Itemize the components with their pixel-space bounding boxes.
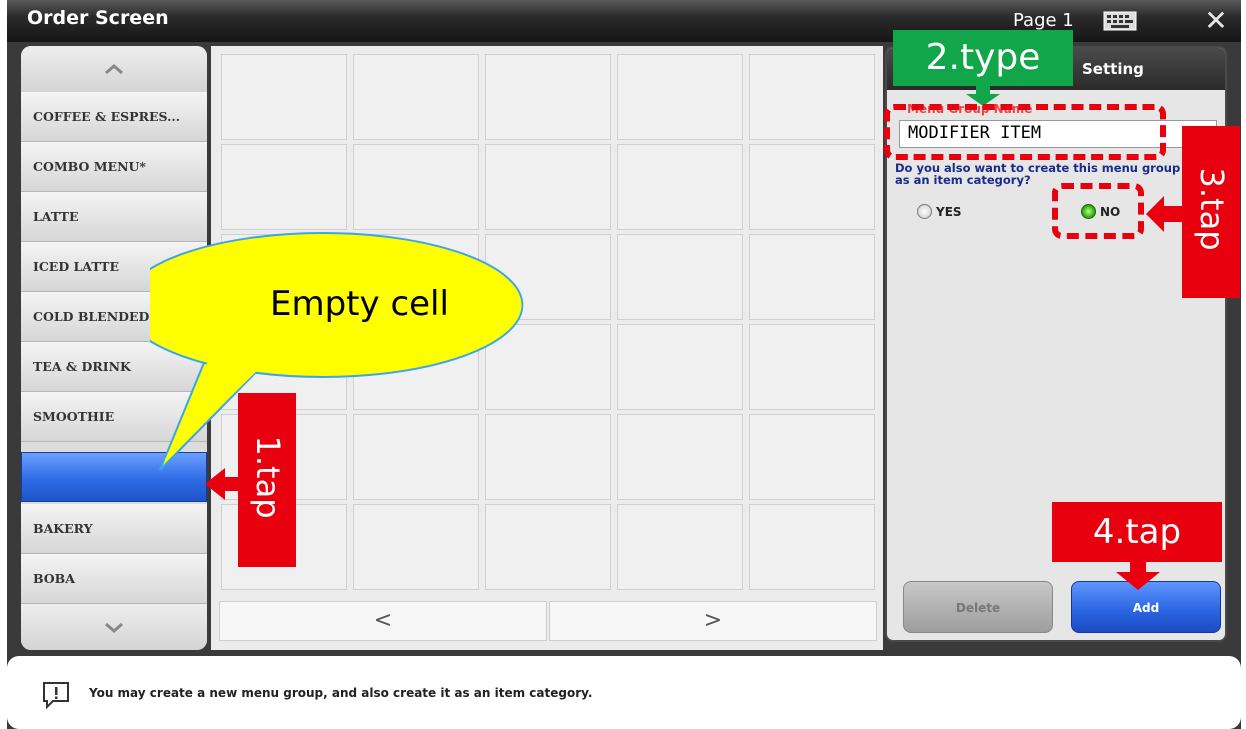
message-icon [43,682,69,710]
step3-highlight [1052,183,1144,239]
grid-cell[interactable] [485,504,611,590]
grid-cell[interactable] [221,144,347,230]
next-page-button[interactable]: > [549,601,877,641]
grid-cell[interactable] [749,504,875,590]
step3-arrow-icon [1146,196,1184,232]
callout-bubble [150,232,524,471]
grid-cell[interactable] [221,54,347,140]
status-message: You may create a new menu group, and als… [89,686,593,700]
step2-label: 2.type [893,30,1073,86]
category-item-coffee[interactable]: COFFEE & ESPRES... [21,92,207,142]
grid-cell[interactable] [749,414,875,500]
prev-page-button[interactable]: < [219,601,547,641]
step4-label: 4.tap [1052,502,1222,562]
step1-label: 1.tap [249,435,287,519]
scroll-up-button[interactable] [21,46,207,92]
setting-title: Setting [1082,60,1144,78]
step2-arrow-icon [966,84,1000,106]
scroll-down-button[interactable] [21,604,207,650]
grid-cell[interactable] [617,54,743,140]
close-button[interactable]: ✕ [1203,6,1229,36]
grid-cell[interactable] [749,234,875,320]
category-item-combo-menu[interactable]: COMBO MENU* [21,142,207,192]
chevron-up-icon [105,64,123,75]
page-indicator: Page 1 [1013,10,1074,31]
keyboard-icon[interactable] [1103,11,1137,31]
grid-cell[interactable] [749,144,875,230]
window-title: Order Screen [27,7,169,29]
grid-cell[interactable] [749,54,875,140]
grid-cell[interactable] [617,144,743,230]
grid-cell[interactable] [485,54,611,140]
step4-arrow-icon [1116,560,1160,590]
status-bar: You may create a new menu group, and als… [7,656,1241,729]
chevron-down-icon [105,622,123,633]
grid-cell[interactable] [353,504,479,590]
item-category-question: Do you also want to create this menu gro… [895,161,1181,187]
step3-label: 3.tap [1193,167,1231,251]
grid-cell[interactable] [353,144,479,230]
grid-cell[interactable] [617,234,743,320]
step2-highlight [884,104,1166,160]
step1-label-box: 1.tap [238,393,296,567]
grid-cell[interactable] [353,54,479,140]
grid-cell[interactable] [617,504,743,590]
category-item-bakery[interactable]: BAKERY [21,504,207,554]
callout-text: Empty cell [270,284,449,324]
yes-radio[interactable]: YES [917,204,962,219]
category-item-boba[interactable]: BOBA [21,554,207,604]
grid-cell[interactable] [749,324,875,410]
yes-radio-label: YES [936,204,962,219]
grid-cell[interactable] [485,144,611,230]
grid-cell[interactable] [617,414,743,500]
radio-unchecked-icon [917,204,932,219]
grid-cell[interactable] [617,324,743,410]
delete-button[interactable]: Delete [903,581,1053,633]
step3-label-box: 3.tap [1182,126,1240,298]
